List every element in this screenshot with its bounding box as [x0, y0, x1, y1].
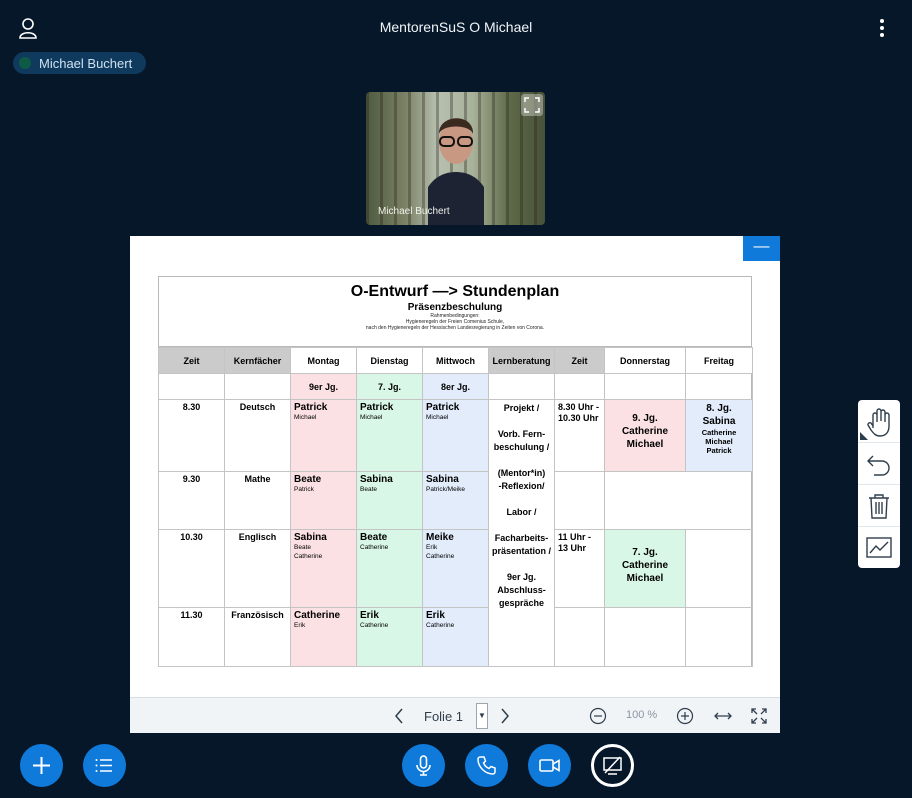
zeit2-cell: 11 Uhr -13 Uhr — [554, 529, 605, 608]
subject-cell: Mathe — [224, 471, 291, 530]
minimize-presentation-button[interactable]: — — [743, 236, 780, 261]
grade-row: 9er Jg. 7. Jg. 8er Jg. — [158, 373, 753, 400]
lesson-cell: Beate Patrick — [290, 471, 357, 530]
top-bar: MentorenSuS O Michael — [0, 0, 912, 56]
undo-button[interactable] — [858, 442, 900, 484]
next-slide-icon[interactable] — [498, 707, 512, 725]
video-camera-button[interactable] — [528, 744, 571, 787]
subject-cell: Englisch — [224, 529, 291, 608]
slide-note-line: nach den Hygieneregeln der Hessischen La… — [365, 325, 545, 331]
speaker-name: Michael Buchert — [39, 55, 133, 71]
lesson-cell: Sabina Patrick/Meike — [422, 471, 489, 530]
whiteboard-toolbar — [858, 400, 900, 568]
clear-button[interactable] — [858, 484, 900, 526]
subject-cell: Deutsch — [224, 399, 291, 472]
chevron-down-icon[interactable]: ▼ — [476, 703, 488, 729]
timetable: Zeit Kernfächer Montag Dienstag Mittwoch… — [158, 347, 753, 667]
phone-icon — [477, 756, 496, 775]
slide-header: O-Entwurf —> Stundenplan Präsenzbeschulu… — [159, 277, 751, 347]
lesson-cell: Erik Catherine — [422, 607, 489, 667]
trash-icon — [869, 494, 889, 519]
table-row: 10.30 Englisch Sabina Beate Catherine Beat… — [158, 529, 753, 608]
lesson-cell: Erik Catherine — [356, 607, 423, 667]
lesson-cell: Sabina Beate Catherine — [290, 529, 357, 608]
slide-select-label: Folie 1 — [424, 709, 464, 724]
header-cell: Lernberatung — [488, 347, 555, 374]
zeit2-cell: 8.30 Uhr -10.30 Uhr — [554, 399, 605, 472]
grade-cell: 8er Jg. — [422, 373, 489, 400]
speaker-status-dot — [19, 57, 31, 69]
zoom-in-icon[interactable] — [676, 707, 694, 725]
header-cell: Zeit — [554, 347, 605, 374]
lesson-cell: Catherine Erik — [290, 607, 357, 667]
plus-icon — [33, 757, 50, 774]
grade-cell: 7. Jg. — [356, 373, 423, 400]
donnerstag-cell: 9. Jg. Catherine Michael — [604, 399, 686, 472]
screen-share-icon — [603, 756, 622, 775]
freitag-cell: 8. Jg. Sabina Catherine Michael Patrick — [685, 399, 753, 472]
microphone-icon — [416, 755, 431, 776]
multi-user-whiteboard-button[interactable] — [858, 526, 900, 568]
presentation-toolbar: Folie 1 ▼ 100 % — [130, 697, 780, 733]
time-cell: 8.30 — [158, 399, 225, 472]
time-cell: 11.30 — [158, 607, 225, 667]
more-options-icon[interactable] — [872, 17, 892, 39]
header-cell: Donnerstag — [604, 347, 686, 374]
table-row: 8.30 Deutsch Patrick Michael Patrick Micha… — [158, 399, 753, 667]
prev-slide-icon[interactable] — [392, 707, 406, 725]
zoom-level: 100 % — [626, 709, 658, 721]
video-camera-icon — [539, 759, 560, 772]
lesson-cell: Patrick Michael — [356, 399, 423, 472]
screen-share-button[interactable] — [591, 744, 634, 787]
slide-title: O-Entwurf —> Stundenplan — [350, 283, 560, 300]
hand-tool-button[interactable] — [858, 400, 900, 442]
donnerstag-cell: 7. Jg. Catherine Michael — [604, 529, 686, 608]
lesson-cell: Beate Catherine — [356, 529, 423, 608]
table-row: 11.30 Französisch Catherine Erik Erik Cath… — [158, 607, 753, 667]
lesson-cell: Sabina Beate — [356, 471, 423, 530]
fit-width-icon[interactable] — [713, 707, 733, 725]
slide-select[interactable]: Folie 1 ▼ — [418, 703, 488, 729]
lesson-cell: Patrick Michael — [422, 399, 489, 472]
header-cell: Zeit — [158, 347, 225, 374]
grade-cell: 9er Jg. — [290, 373, 357, 400]
table-row: 9.30 Mathe Beate Patrick Sabina Beate Sabi… — [158, 471, 753, 530]
actions-button[interactable] — [20, 744, 63, 787]
slide-content: O-Entwurf —> Stundenplan Präsenzbeschulu… — [158, 276, 753, 667]
hand-icon — [860, 408, 890, 440]
slide-subtitle: Präsenzbeschulung — [407, 302, 503, 313]
microphone-button[interactable] — [402, 744, 445, 787]
undo-icon — [867, 455, 890, 476]
video-tile[interactable]: Michael Buchert — [366, 92, 545, 225]
lesson-cell: Meike Erik Catherine — [422, 529, 489, 608]
user-list-button[interactable] — [83, 744, 126, 787]
active-speaker-indicator: Michael Buchert — [13, 52, 146, 74]
lesson-cell: Patrick Michael — [290, 399, 357, 472]
time-cell: 9.30 — [158, 471, 225, 530]
video-participant-name: Michael Buchert — [378, 206, 450, 217]
lernberatung-cell: Projekt / Vorb. Fern- beschulung / (Ment… — [488, 399, 555, 667]
header-cell: Kernfächer — [224, 347, 291, 374]
header-cell: Freitag — [685, 347, 753, 374]
header-cell: Dienstag — [356, 347, 423, 374]
presentation-area[interactable]: O-Entwurf —> Stundenplan Präsenzbeschulu… — [130, 236, 780, 733]
subject-cell: Französisch — [224, 607, 291, 667]
fullscreen-icon[interactable] — [750, 707, 768, 725]
leave-audio-button[interactable] — [465, 744, 508, 787]
time-cell: 10.30 — [158, 529, 225, 608]
expand-icon[interactable] — [521, 94, 543, 116]
header-cell: Mittwoch — [422, 347, 489, 374]
table-header-row: Zeit Kernfächer Montag Dienstag Mittwoch… — [158, 347, 753, 374]
header-cell: Montag — [290, 347, 357, 374]
multi-user-whiteboard-icon — [866, 537, 892, 558]
meeting-title: MentorenSuS O Michael — [379, 19, 533, 35]
list-icon — [95, 759, 112, 772]
zoom-out-icon[interactable] — [589, 707, 607, 725]
